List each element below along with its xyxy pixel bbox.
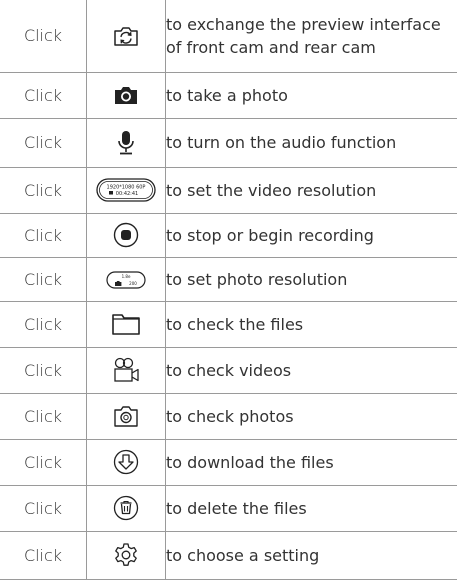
video-time-label: 00:42:41 (116, 191, 138, 197)
description-cell: to turn on the audio function (165, 117, 457, 168)
icon-cell: 1.8e 200 (86, 256, 166, 302)
table-row: Click to stop or begin recording (0, 212, 457, 258)
icon-cell (86, 346, 166, 394)
icon-cell (86, 0, 166, 73)
instruction-table: Click to exchange the preview interface … (0, 0, 457, 580)
description-cell: to choose a setting (165, 530, 457, 580)
action-cell: Click (0, 0, 87, 73)
table-row: Click to check photos (0, 392, 457, 440)
action-cell: Click (0, 392, 87, 440)
table-row: Click to choose a setting (0, 530, 457, 580)
icon-cell (86, 71, 166, 119)
action-cell: Click (0, 256, 87, 302)
action-cell: Click (0, 166, 87, 214)
icon-cell (86, 117, 166, 168)
table-row: Click to exchange the preview interface … (0, 0, 457, 73)
microphone-icon (116, 130, 136, 156)
table-row: Click to take a photo (0, 71, 457, 119)
table-row: Click to delete the files (0, 484, 457, 532)
icon-cell (86, 484, 166, 532)
icon-cell: 1920*1080 60P 00:42:41 (86, 166, 166, 214)
video-resolution-label: 1920*1080 60P (107, 185, 146, 191)
table-row: Click to check videos (0, 346, 457, 394)
video-resolution-icon: 1920*1080 60P 00:42:41 (96, 178, 156, 202)
photo-resolution-icon: 1.8e 200 (106, 271, 146, 289)
description-cell: to delete the files (165, 484, 457, 532)
video-camera-icon (111, 356, 141, 384)
action-cell: Click (0, 71, 87, 119)
photo-camera-outline-icon (113, 404, 139, 428)
action-cell: Click (0, 212, 87, 258)
photo-resolution-label: 1.8e (122, 274, 131, 279)
description-cell: to set photo resolution (165, 256, 457, 302)
description-cell: to take a photo (165, 71, 457, 119)
action-cell: Click (0, 530, 87, 580)
description-cell: to download the files (165, 438, 457, 486)
icon-cell (86, 438, 166, 486)
table-row: Click 1920*1080 60P 00:42:41 to set the … (0, 166, 457, 214)
description-cell: to check videos (165, 346, 457, 394)
icon-cell (86, 212, 166, 258)
folder-icon (111, 312, 141, 336)
description-cell: to check photos (165, 392, 457, 440)
description-cell: to exchange the preview interface of fro… (165, 0, 457, 73)
record-button-icon (113, 222, 139, 248)
camera-shutter-icon (113, 84, 139, 106)
trash-icon (113, 495, 139, 521)
photo-count-label: 200 (129, 281, 137, 286)
table-row: Click to download the files (0, 438, 457, 486)
icon-cell (86, 392, 166, 440)
download-icon (113, 449, 139, 475)
description-cell: to stop or begin recording (165, 212, 457, 258)
action-cell: Click (0, 484, 87, 532)
action-cell: Click (0, 300, 87, 348)
icon-cell (86, 530, 166, 580)
switch-camera-icon (112, 24, 140, 48)
table-row: Click to check the files (0, 300, 457, 348)
description-cell: to check the files (165, 300, 457, 348)
table-row: Click 1.8e 200 to set photo resolution (0, 256, 457, 302)
table-row: Click to turn on the audio function (0, 117, 457, 168)
action-cell: Click (0, 346, 87, 394)
action-cell: Click (0, 438, 87, 486)
description-cell: to set the video resolution (165, 166, 457, 214)
icon-cell (86, 300, 166, 348)
action-cell: Click (0, 117, 87, 168)
settings-gear-icon (113, 542, 139, 568)
